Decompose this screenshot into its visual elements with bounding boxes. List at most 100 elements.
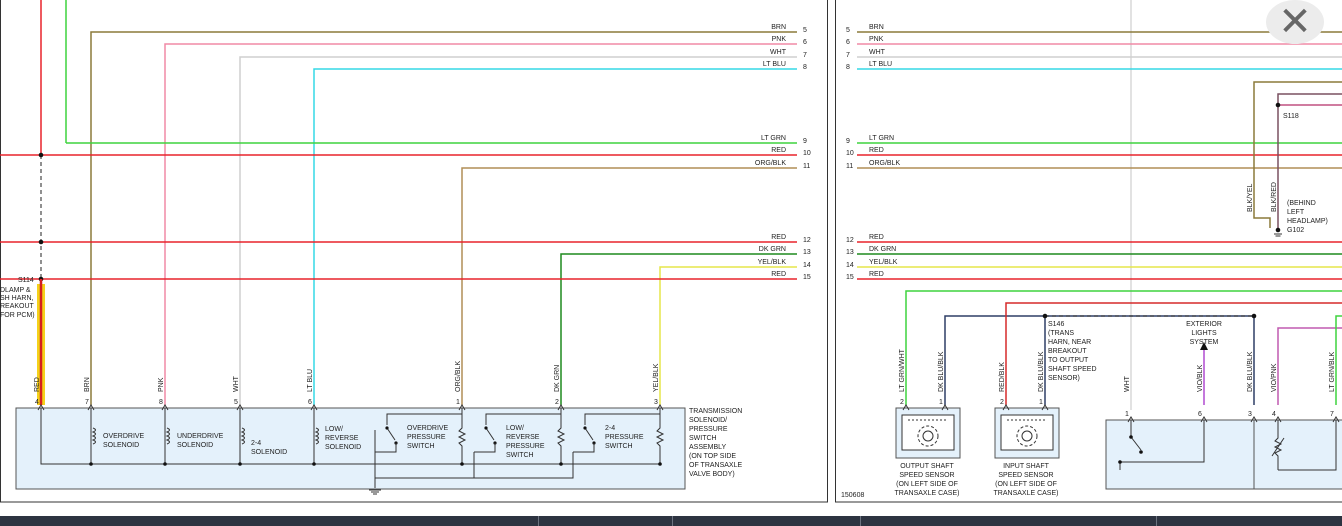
wire-color-label: LT BLU <box>763 61 786 68</box>
vertical-wire-label: VIO/BLK <box>1197 364 1204 392</box>
vertical-wire-label: WHT <box>1124 375 1131 392</box>
wire-dkgrn <box>560 253 797 405</box>
wire-color-label: BRN <box>771 24 786 31</box>
assembly-label-line: PRESSURE <box>689 426 728 433</box>
wire-cavity-number: 12 <box>846 237 854 244</box>
component-label: 2-4 <box>605 425 615 432</box>
toolbar-divider <box>538 516 539 526</box>
wire-color-label: RED <box>771 147 786 154</box>
wire-cavity-number: 7 <box>846 52 850 59</box>
component-label: SWITCH <box>506 452 534 459</box>
component-label: OVERDRIVE <box>103 433 145 440</box>
wire-color-label: RED <box>869 147 884 154</box>
wire-cavity-number: 12 <box>803 237 811 244</box>
sensor-label: SPEED SENSOR <box>899 472 954 479</box>
wire-color-label: RED <box>869 234 884 241</box>
wire-cavity-number: 13 <box>846 249 854 256</box>
wire-cavity-number: 13 <box>803 249 811 256</box>
connector-pin-number: 6 <box>1198 411 1202 418</box>
vertical-wire-label: ORG/BLK <box>455 361 462 392</box>
connector-pin-number: 1 <box>939 399 943 406</box>
wire-color-label: PNK <box>869 36 884 43</box>
connector-pin-number: 2 <box>1000 399 1004 406</box>
wire-color-label: LT BLU <box>869 61 892 68</box>
wire-cavity-number: 14 <box>846 262 854 269</box>
wiring-diagram: BRN 5 PNK 6 WHT 7 LT BLU 8 LT GRN 9 RED 10 ORG/BLK 1 1… <box>0 0 1342 503</box>
component-label: LOW/ <box>506 425 524 432</box>
assembly-label-line: ASSEMBLY <box>689 444 727 451</box>
s146-dot-right <box>1251 313 1257 319</box>
vertical-wire-label: BLK/YEL <box>1247 183 1254 212</box>
connector-pin-number: 1 <box>1125 411 1129 418</box>
switch-contact <box>484 426 488 430</box>
switch-contact <box>385 426 389 430</box>
junction-dot <box>238 462 242 466</box>
wire-color-label: RED <box>771 234 786 241</box>
splice-note: HARN, NEAR <box>1048 339 1091 346</box>
wire-ltgrnblk <box>1335 315 1342 405</box>
connector-pin-number: 1 <box>1039 399 1043 406</box>
s114-label: S114 <box>18 277 34 284</box>
wire-cavity-number: 10 <box>846 150 854 157</box>
wire-color-label: LT GRN <box>869 135 894 142</box>
wire-color-label: ORG/BLK <box>755 160 786 167</box>
component-label: PRESSURE <box>506 443 545 450</box>
connector-pin-number: 2 <box>900 399 904 406</box>
component-label: SWITCH <box>407 443 435 450</box>
connector-pin-number: 4 <box>1272 411 1276 418</box>
vertical-wire-label: RED/BLK <box>999 362 1006 392</box>
wire-color-label: WHT <box>869 49 886 56</box>
wire-color-label: PNK <box>772 36 787 43</box>
wire-cavity-number: 6 <box>846 39 850 46</box>
wire-color-label: BRN <box>869 24 884 31</box>
trans-temp-sensor-box <box>1253 419 1342 490</box>
system-label: EXTERIOR <box>1186 321 1222 328</box>
splice-note: (TRANS <box>1048 330 1074 337</box>
wire-cavity-number: 5 <box>803 27 807 34</box>
wire-cavity-number: 9 <box>846 138 850 145</box>
close-button[interactable]: ✕ <box>1266 0 1324 44</box>
wire-color-label: DK GRN <box>759 246 786 253</box>
toolbar-divider <box>1156 516 1157 526</box>
component-label: REVERSE <box>325 435 359 442</box>
sensor-label: INPUT SHAFT <box>1003 463 1049 470</box>
assembly-label-line: SWITCH <box>689 435 717 442</box>
component-label: OVERDRIVE <box>407 425 449 432</box>
backup-switch-contact <box>1139 450 1143 454</box>
junction-dot <box>89 462 93 466</box>
sensor-label: (ON LEFT SIDE OF <box>995 481 1057 488</box>
vertical-wire-label: BRN <box>84 377 91 392</box>
close-icon: ✕ <box>1278 0 1312 45</box>
component-label: SWITCH <box>605 443 633 450</box>
assembly-label-line: SOLENOID/ <box>689 417 727 424</box>
vertical-wire-label: WHT <box>233 375 240 392</box>
component-label: 2-4 <box>251 440 261 447</box>
vertical-wire-label: BLK/RED <box>1271 182 1278 212</box>
wire-color-label: RED <box>771 271 786 278</box>
component-label: PRESSURE <box>605 434 644 441</box>
splice-dot <box>38 239 44 245</box>
wire-cavity-number: 14 <box>803 262 811 269</box>
connector-pin-number: 4 <box>35 399 39 406</box>
toolbar-divider <box>672 516 673 526</box>
sensor-label: TRANSAXLE CASE) <box>895 490 960 497</box>
wire-color-label: LT GRN <box>761 135 786 142</box>
ground-note: (BEHIND <box>1287 200 1316 207</box>
vertical-wire-label: DK GRN <box>554 365 561 392</box>
s114-note-line: SH HARN, <box>0 295 34 302</box>
splice-note: SHAFT SPEED <box>1048 366 1097 373</box>
wire-cavity-number: 15 <box>803 274 811 281</box>
backup-lamp-switch-box <box>1105 419 1257 490</box>
component-label: SOLENOID <box>325 444 361 451</box>
wire-cavity-number: 8 <box>846 64 850 71</box>
s146-dot <box>1042 313 1048 319</box>
wire-cavity-number: 10 <box>803 150 811 157</box>
component-label: SOLENOID <box>251 449 287 456</box>
bottom-toolbar <box>0 516 1342 526</box>
wire-color-label: YEL/BLK <box>869 259 898 266</box>
sensor-label: SPEED SENSOR <box>998 472 1053 479</box>
assembly-label-line: VALVE BODY) <box>689 471 735 478</box>
ground-label: G102 <box>1287 227 1304 234</box>
system-label: LIGHTS <box>1191 330 1217 337</box>
switch-contact <box>583 426 587 430</box>
